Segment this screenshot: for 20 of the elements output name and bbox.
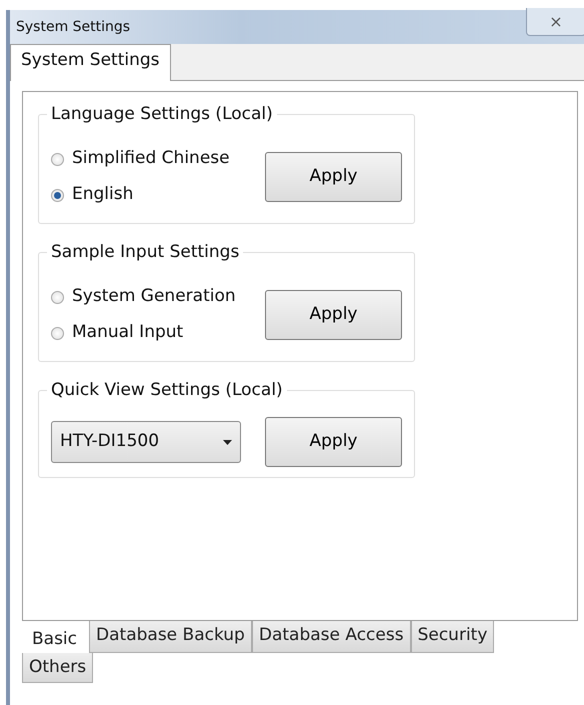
close-button[interactable]: ⨯ [526,8,584,36]
apply-button[interactable]: Apply [265,290,402,340]
tab[interactable]: Database Access [252,621,411,652]
tab[interactable]: Security [410,621,494,652]
caret-icon [223,440,232,444]
radio-label: Simplified Chinese [72,147,230,170]
dropdown[interactable]: HTY-DI1500 [51,421,241,463]
tab[interactable]: Database Backup [89,621,252,652]
tab[interactable]: System Settings [10,44,171,81]
apply-button[interactable]: Apply [265,152,402,202]
radio-button[interactable] [51,326,64,340]
radio-label: English [72,183,134,206]
apply-button[interactable]: Apply [265,417,402,467]
window-title: System Settings [16,18,130,36]
radio-label: System Generation [72,285,236,308]
radio-button[interactable] [51,152,64,166]
tab[interactable]: Others [22,652,94,683]
radio-label: Manual Input [72,321,184,344]
radio-button[interactable] [51,188,64,202]
radio-button[interactable] [51,290,64,304]
